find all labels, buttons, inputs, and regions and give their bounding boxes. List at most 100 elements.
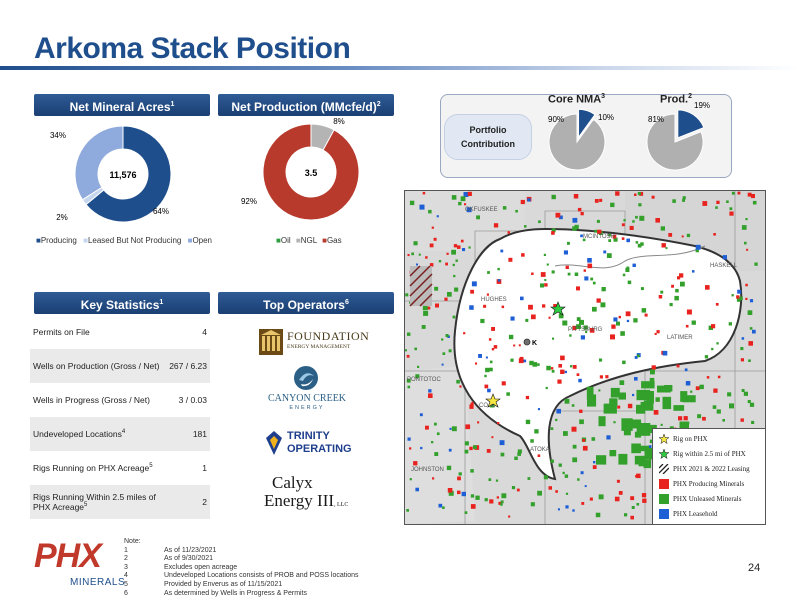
mineral-tract [572,509,575,512]
mineral-tract [619,380,625,385]
calyx-line2: Energy III, LLC [264,491,348,511]
mineral-tract [470,289,474,294]
mineral-tract [618,315,621,319]
mineral-tract [662,350,668,356]
mineral-tract [409,447,412,450]
stat-label-text: Rigs Running Within 2.5 miles of PHX Acr… [33,492,156,512]
mineral-tract [610,202,615,208]
legend-gas: Gas [326,236,342,245]
mineral-tract [598,389,601,392]
mineral-tract [715,303,719,306]
county-label-okfuskee: OKFUSKEE [465,207,498,213]
phx-logo-sub: MINERALS [70,577,126,588]
mineral-tract [531,272,534,275]
mineral-tract [429,243,434,248]
mineral-tract [740,358,744,362]
mineral-tract [448,349,452,353]
mineral-tract [651,365,656,370]
mineral-tract [592,281,596,285]
legend-open: Open [192,236,213,245]
mineral-tract [525,395,530,400]
mineral-tract [614,496,620,502]
mineral-tract [628,419,642,429]
swatch [659,509,669,519]
mineral-tract [537,363,540,366]
mineral-tract [737,191,741,195]
county-label-pittsburg: PITTSBURG [568,327,603,333]
mineral-tract [462,248,466,252]
mineral-tract [658,295,663,299]
mineral-tract [572,365,577,369]
mineral-tract [489,367,493,372]
trinity-operating-logo: TRINITY OPERATING [262,428,352,458]
mineral-tract [654,332,657,335]
mineral-tract [419,413,423,417]
swatch [659,494,669,504]
mineral-tract [621,237,625,240]
mineral-tract [695,386,700,391]
mineral-tract [599,375,603,379]
producing-pct-label: 64% [153,207,169,216]
mineral-tract [587,258,592,263]
legend-oil: Oil [280,236,291,245]
county-label-johnston: JOHNSTON [411,467,444,473]
mineral-tract [525,419,531,425]
swatch [659,479,669,489]
mineral-tract [576,286,580,291]
net-mineral-acres-chart: 11,576 34% 2% 64% [50,125,172,223]
mineral-tract [518,358,524,364]
mineral-tract [713,388,718,393]
header-text: Net Mineral Acres [69,100,171,114]
stat-label-text: Wells on Production (Gross / Net) [33,361,160,371]
mineral-tract [747,400,751,404]
mineral-tract [632,263,636,267]
mineral-tract [451,195,457,200]
mineral-tract [500,452,505,457]
mineral-tract [616,321,620,326]
mineral-tract [690,390,693,393]
mineral-tract [599,198,603,202]
mineral-tract [616,479,620,483]
mineral-tract [488,478,492,481]
phx-logo-text: PHX [34,537,102,575]
mineral-tract [447,488,453,493]
mineral-tract [741,389,745,392]
mineral-tract [469,446,473,451]
mineral-tract [747,310,753,315]
mineral-tract [662,396,672,410]
mineral-tract [434,286,439,291]
mineral-tract [737,289,742,294]
mineral-tract [551,270,555,274]
mineral-tract [596,219,600,223]
mineral-tract [486,293,489,296]
mineral-tract [550,459,554,463]
production-center-value: 3.5 [305,168,318,178]
mineral-tract [685,381,691,386]
portfolio-pies: 90% 10% 81% 19% [548,101,710,171]
mineral-tract [598,416,606,427]
mineral-tract [640,287,644,291]
mineral-tract [644,313,648,317]
mineral-tract [477,421,480,424]
mineral-tract [423,310,429,316]
mineral-tract [587,394,597,407]
stat-value: 3 / 0.03 [178,395,207,405]
mineral-tract [454,287,459,292]
mineral-tract [565,505,569,509]
mineral-tract [548,486,552,490]
mineral-tract [545,386,548,390]
mineral-tract [449,427,452,430]
prod-title-footnote: 2 [688,93,693,100]
mineral-tract [560,355,565,361]
page-title: Arkoma Stack Position [34,32,351,65]
header-text: Net Production (MMcfe/d) [231,100,377,114]
mineral-tract [523,359,527,363]
mineral-tract [537,408,540,411]
legend-ngl: NGL [300,236,317,245]
mineral-tract [754,262,758,266]
mineral-tract [622,360,626,365]
foundation-energy-logo: FOUNDATION ENERGY MANAGEMENT [258,326,369,358]
mineral-tract [436,432,440,436]
table-row: Rigs Running Within 2.5 miles of PHX Acr… [30,485,210,519]
mineral-tract [438,503,443,508]
